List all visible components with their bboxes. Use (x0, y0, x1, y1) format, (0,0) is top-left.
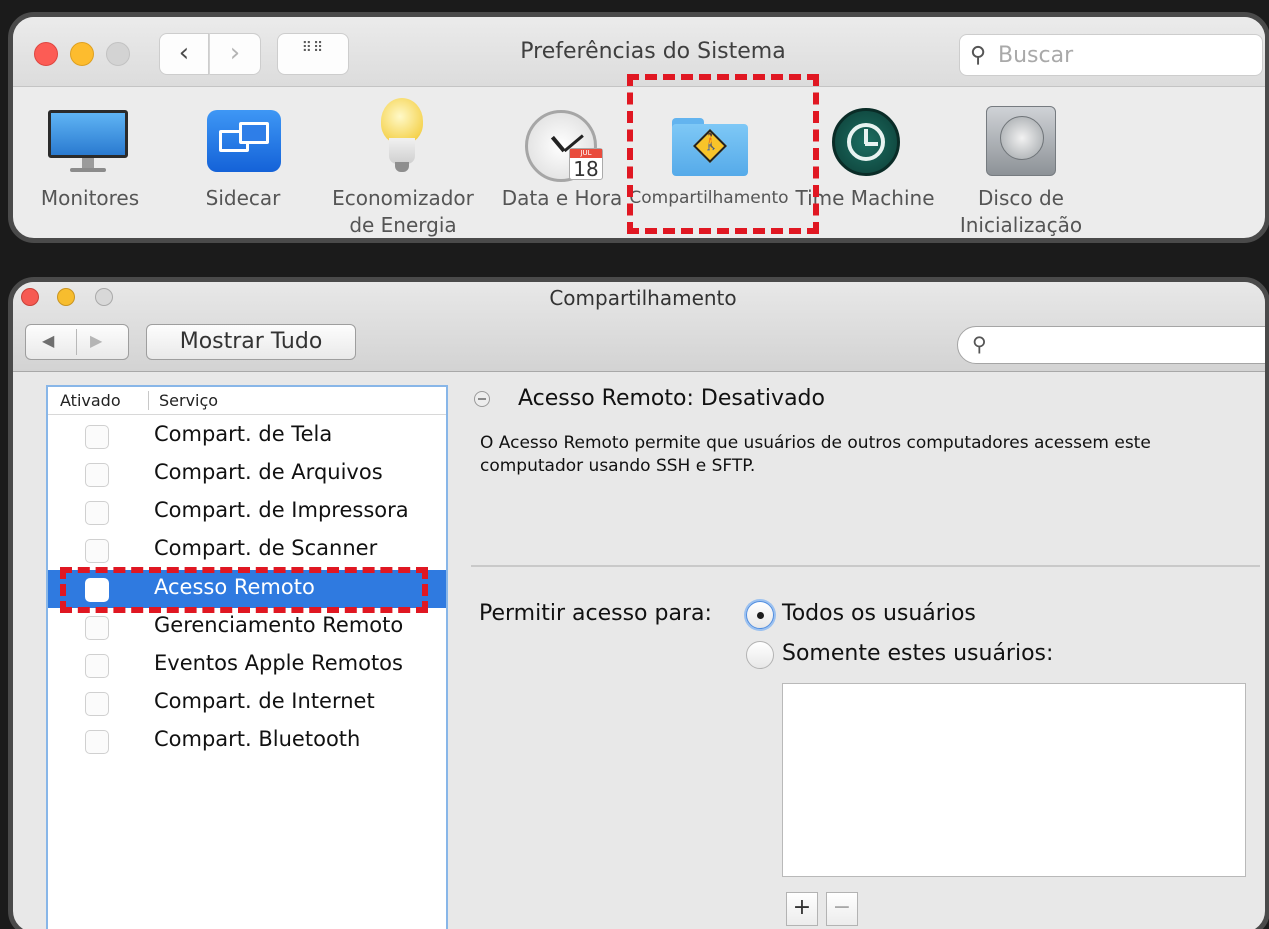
list-header: Ativado Serviço (48, 387, 446, 415)
remove-user-button[interactable]: − (826, 892, 858, 926)
service-label: Compart. de Internet (154, 689, 375, 713)
service-checkbox[interactable] (85, 616, 109, 640)
service-checkbox[interactable] (85, 730, 109, 754)
hard-disk-icon (986, 106, 1056, 176)
zoom-button[interactable] (95, 288, 113, 306)
service-checkbox[interactable] (85, 654, 109, 678)
pref-label: Disco de Inicialização (959, 186, 1083, 237)
service-label: Compart. de Scanner (154, 536, 378, 560)
service-checkbox[interactable] (85, 463, 109, 487)
column-service[interactable]: Serviço (148, 391, 218, 410)
toolbar: Compartilhamento ◀ ▶ Mostrar Tudo ⚲ (13, 282, 1265, 372)
list-item[interactable]: Compart. Bluetooth (48, 722, 446, 760)
time-machine-icon (832, 108, 900, 176)
arrow-left-icon[interactable]: ◀ (42, 331, 54, 350)
highlight-box-acesso-remoto (60, 567, 428, 613)
chevron-right-icon: › (229, 38, 241, 68)
window-title: Compartilhamento (549, 286, 737, 310)
list-item[interactable]: Eventos Apple Remotos (48, 646, 446, 684)
service-label: Eventos Apple Remotos (154, 651, 403, 675)
service-checkbox[interactable] (85, 425, 109, 449)
highlight-box-compartilhamento (627, 74, 819, 234)
sidecar-icon (207, 110, 281, 172)
list-item[interactable]: Compart. de Impressora (48, 493, 446, 531)
pref-label: Economizador de Energia (332, 186, 474, 237)
access-label: Permitir acesso para: (479, 601, 712, 626)
clock-calendar-icon: JUL 18 (525, 108, 603, 186)
service-description: O Acesso Remoto permite que usuários de … (480, 433, 1151, 476)
window-title: Preferências do Sistema (520, 39, 786, 64)
search-placeholder: Buscar (998, 43, 1074, 68)
search-icon: ⚲ (970, 43, 987, 68)
service-label: Compart. de Arquivos (154, 460, 383, 484)
minimize-button[interactable] (70, 42, 94, 66)
service-label: Compart. de Tela (154, 422, 333, 446)
pref-label: Monitores (40, 186, 140, 210)
list-item[interactable]: Compart. de Arquivos (48, 455, 446, 493)
service-label: Gerenciamento Remoto (154, 613, 404, 637)
service-checkbox[interactable] (85, 692, 109, 716)
list-item[interactable]: Compart. de Internet (48, 684, 446, 722)
back-forward-control[interactable]: ◀ ▶ (25, 324, 129, 360)
close-button[interactable] (21, 288, 39, 306)
chevron-left-icon: ‹ (178, 38, 190, 68)
grid-icon: ⠿⠿ (301, 40, 325, 56)
forward-button[interactable]: › (209, 33, 261, 75)
search-field[interactable]: ⚲ (957, 326, 1265, 364)
service-checkbox[interactable] (85, 501, 109, 525)
radio-only-these-users-label[interactable]: Somente estes usuários: (782, 641, 1053, 666)
zoom-button[interactable] (106, 42, 130, 66)
service-label: Compart. Bluetooth (154, 727, 361, 751)
show-all-grid-button[interactable]: ⠿⠿ (277, 33, 349, 75)
add-user-button[interactable]: + (786, 892, 818, 926)
list-item[interactable]: Gerenciamento Remoto (48, 608, 446, 646)
divider (471, 565, 1260, 567)
status-off-icon (474, 391, 490, 407)
column-enabled[interactable]: Ativado (60, 391, 121, 410)
pref-label: Sidecar (205, 186, 281, 210)
search-field[interactable]: ⚲ Buscar (959, 34, 1263, 76)
service-status-title: Acesso Remoto: Desativado (518, 386, 825, 411)
show-all-button[interactable]: Mostrar Tudo (146, 324, 356, 360)
service-label: Compart. de Impressora (154, 498, 409, 522)
minimize-button[interactable] (57, 288, 75, 306)
radio-only-these-users[interactable] (746, 641, 774, 669)
lightbulb-icon (381, 98, 423, 182)
monitor-icon (48, 110, 128, 184)
services-list[interactable]: Ativado Serviço Compart. de Tela Compart… (46, 385, 448, 929)
radio-all-users-label[interactable]: Todos os usuários (782, 601, 976, 626)
list-item[interactable]: Compart. de Scanner (48, 531, 446, 569)
pref-label: Data e Hora (501, 186, 623, 210)
users-list[interactable] (782, 683, 1246, 877)
list-item[interactable]: Compart. de Tela (48, 417, 446, 455)
close-button[interactable] (34, 42, 58, 66)
radio-all-users[interactable] (746, 601, 774, 629)
arrow-right-icon[interactable]: ▶ (90, 331, 102, 350)
service-checkbox[interactable] (85, 539, 109, 563)
back-button[interactable]: ‹ (159, 33, 209, 75)
search-icon: ⚲ (972, 332, 987, 356)
calendar-day: 18 (573, 157, 599, 181)
